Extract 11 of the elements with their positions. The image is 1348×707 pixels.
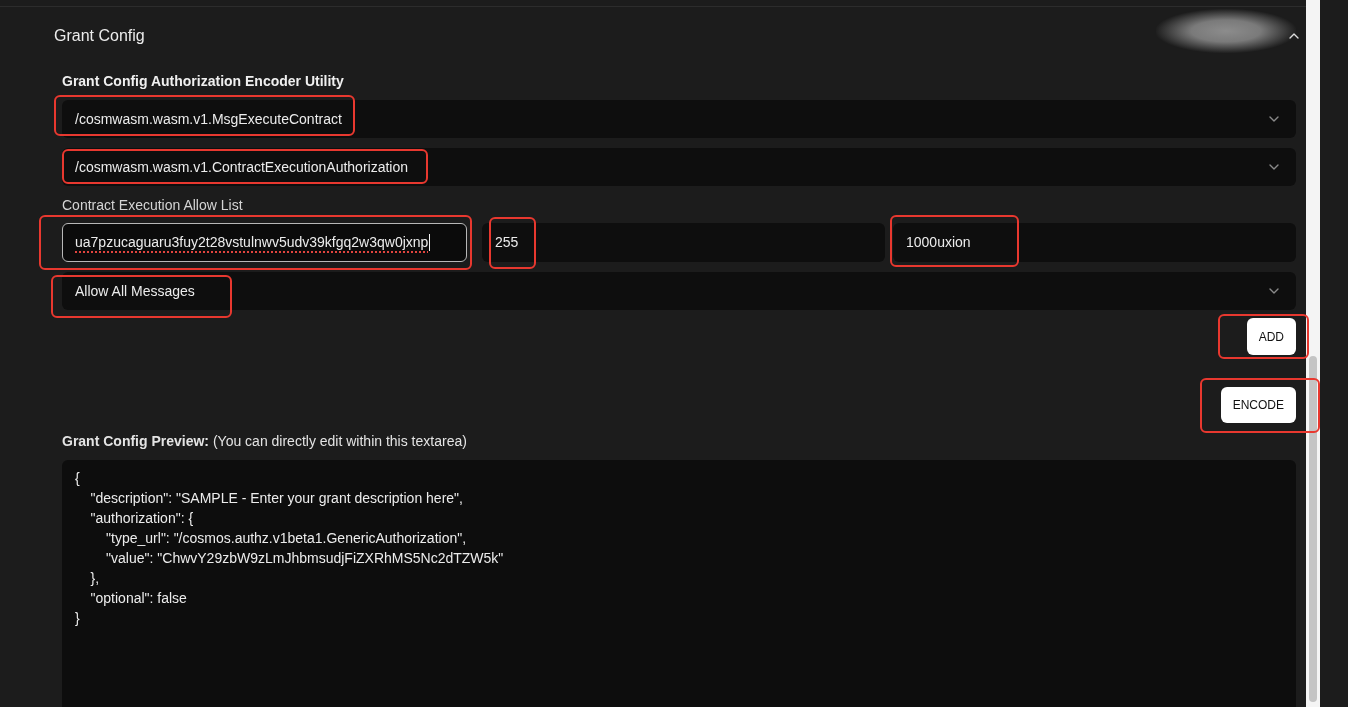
allow-list-label: Contract Execution Allow List bbox=[62, 197, 244, 213]
preview-label: Grant Config Preview: (You can directly edit within this textarea) bbox=[62, 432, 468, 451]
grant-config-textarea[interactable]: { "description": "SAMPLE - Enter your grant description here", "authorization": { "type_url": "/cosmos.authz.v1beta1.GenericAuthorization", "value": "ChwvY29zbW9zLmJhbmsudjFiZXRhMS5Nc2dTZW5k" }, "optional": false } bbox=[62, 460, 1296, 707]
contract-address-input[interactable]: ua7pzucaguaru3fuy2t28vstulnwv5udv39kfgq2w3qw0jxnp bbox=[62, 223, 467, 262]
scrollbar[interactable] bbox=[1306, 0, 1320, 707]
text-cursor-icon bbox=[429, 234, 431, 251]
utility-title: Grant Config Authorization Encoder Utility bbox=[62, 72, 345, 91]
encode-button[interactable]: ENCODE bbox=[1220, 387, 1296, 423]
section-title: Grant Config bbox=[54, 26, 145, 46]
authorization-type-dropdown[interactable]: /cosmwasm.wasm.v1.ContractExecutionAuthorization bbox=[62, 148, 1296, 186]
add-button[interactable]: ADD bbox=[1246, 318, 1296, 355]
